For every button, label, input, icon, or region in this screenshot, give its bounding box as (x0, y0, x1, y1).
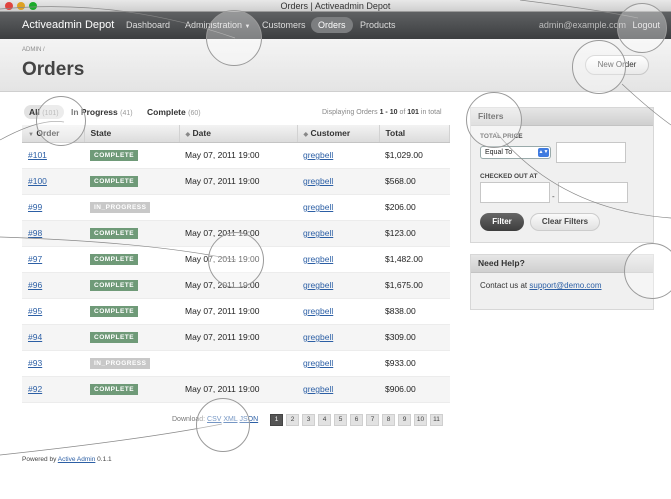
annotation-circle (208, 232, 264, 288)
annotation-circle (572, 40, 626, 94)
annotation-lines (0, 0, 671, 456)
annotation-circle (624, 243, 671, 299)
annotation-line (495, 131, 671, 219)
annotation-circle (466, 92, 522, 148)
annotation-line (621, 83, 671, 126)
annotation-line (0, 6, 236, 39)
annotation-circle (206, 10, 262, 66)
annotation-circle (36, 96, 86, 146)
annotation-circle (196, 398, 250, 452)
annotation-line (0, 423, 223, 456)
annotation-line (0, 236, 237, 261)
annotation-circle (617, 3, 667, 53)
